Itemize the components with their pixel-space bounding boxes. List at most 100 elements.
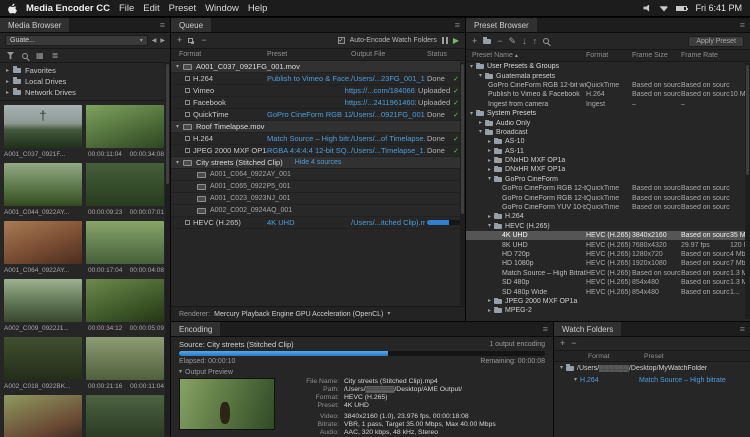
clip-thumbnail[interactable] [86, 395, 164, 437]
col-output-file[interactable]: Output File [351, 51, 425, 58]
chevron-down-icon[interactable]: ▾ [488, 176, 491, 182]
menu-window[interactable]: Window [205, 3, 239, 14]
panel-menu-icon[interactable]: ≡ [735, 18, 750, 32]
output-file-link[interactable]: /Users/...23FG_001_1.mp4 [351, 74, 425, 83]
preset-row-selected[interactable]: 4K UHDHEVC (H.265)3840x2160Based on sour… [466, 231, 750, 240]
chevron-down-icon[interactable]: ▾ [488, 223, 491, 229]
output-toggle-icon[interactable] [185, 100, 190, 105]
queue-subsource-row[interactable]: A001_C064_0922AY_001 [171, 169, 465, 181]
start-queue-button[interactable]: ▶ [453, 37, 459, 45]
panel-menu-icon[interactable]: ≡ [538, 322, 553, 336]
preset-group-row[interactable]: ▸Audio Only [466, 118, 750, 127]
queue-source-row[interactable]: ▾City streets (Stitched Clip)Hide 4 sour… [171, 157, 465, 169]
output-preset-link[interactable]: Match Source – High bitr... [267, 134, 351, 143]
search-icon[interactable] [22, 53, 28, 59]
preset-row[interactable]: GoPro CineForm YUV 10-bitQuickTimeBased … [466, 203, 750, 212]
output-toggle-icon[interactable] [185, 112, 190, 117]
preset-group-row[interactable]: ▾Guatemala presets [466, 71, 750, 80]
menu-file[interactable]: File [119, 3, 134, 14]
battery-icon[interactable] [676, 6, 687, 11]
chevron-right-icon[interactable]: ▸ [488, 298, 491, 304]
queue-output-row[interactable]: QuickTimeGoPro CineForm RGB 12-.../Users… [171, 109, 465, 121]
menu-edit[interactable]: Edit [143, 3, 159, 14]
preset-row[interactable]: Publish to Vimeo & FacebookH.264Based on… [466, 90, 750, 99]
output-preview-label[interactable]: Output Preview [185, 369, 233, 376]
grid-view-icon[interactable]: ▦ [36, 52, 44, 60]
chevron-down-icon[interactable]: ▾ [387, 311, 390, 317]
clip-thumbnail[interactable] [86, 337, 164, 380]
queue-output-row[interactable]: H.264Publish to Vimeo & Face.../Users/..… [171, 73, 465, 85]
preset-group-row[interactable]: ▸MPEG-2 [466, 306, 750, 315]
chevron-down-icon[interactable]: ▾ [479, 129, 482, 135]
output-toggle-icon[interactable] [185, 148, 190, 153]
add-watch-folder-button[interactable]: + [560, 339, 565, 348]
queue-source-row[interactable]: ▾Roof Timelapse.mov [171, 121, 465, 133]
chevron-right-icon[interactable]: ▸ [488, 158, 491, 164]
chevron-down-icon[interactable]: ▾ [176, 124, 179, 130]
clip-thumbnail[interactable] [86, 163, 164, 206]
chevron-down-icon[interactable]: ▾ [470, 111, 473, 117]
output-file-link[interactable]: /Users/...itched Clip).mp4 [351, 218, 425, 227]
queue-output-row[interactable]: Vimeohttps://...com/184066142Uploaded✓ [171, 85, 465, 97]
clip-thumbnail[interactable] [86, 279, 164, 322]
clip-thumbnail[interactable] [86, 221, 164, 264]
output-preset-link[interactable]: Publish to Vimeo & Face... [267, 74, 351, 83]
preset-row[interactable]: Match Source – High BitrateHEVC (H.265)B… [466, 269, 750, 278]
filter-icon[interactable] [7, 52, 14, 59]
watch-output-format-link[interactable]: H.264 [580, 377, 636, 384]
queue-subsource-row[interactable]: A002_C002_0924AQ_001 [171, 205, 465, 217]
output-preset-link[interactable]: RGBA 4:4:4:4 12-bit SQ... [267, 146, 351, 155]
volume-icon[interactable] [643, 5, 651, 12]
renderer-dropdown[interactable]: Mercury Playback Engine GPU Acceleration… [214, 311, 383, 318]
clip-thumbnail[interactable] [4, 337, 82, 380]
menubar-clock[interactable]: Fri 6:41 PM [695, 3, 742, 13]
output-file-link[interactable]: /Users/...of Timelapse.mp4 [351, 134, 425, 143]
chevron-right-icon[interactable]: ▸ [479, 120, 482, 126]
duplicate-icon[interactable] [188, 38, 193, 43]
queue-output-row-encoding[interactable]: HEVC (H.265)4K UHD/Users/...itched Clip)… [171, 217, 465, 229]
preset-row[interactable]: SD 480pHEVC (H.265)854x480Based on sourc… [466, 278, 750, 287]
panel-menu-icon[interactable]: ≡ [735, 322, 750, 336]
chevron-right-icon[interactable]: ▸ [6, 90, 9, 96]
col-status[interactable]: Status [425, 51, 465, 58]
remove-button[interactable]: − [201, 36, 206, 45]
queue-output-row[interactable]: Facebookhttps://...24119614602283Uploade… [171, 97, 465, 109]
output-file-link[interactable]: /Users/...Timelapse_1.mxf [351, 146, 425, 155]
chevron-down-icon[interactable]: ▾ [176, 160, 179, 166]
import-preset-icon[interactable]: ↓ [522, 37, 527, 46]
scrollbar[interactable] [165, 62, 170, 435]
apply-preset-button[interactable]: Apply Preset [688, 36, 744, 47]
remove-watch-folder-button[interactable]: − [571, 339, 576, 348]
scrollbar[interactable] [745, 63, 750, 319]
preset-row[interactable]: 8K UHDHEVC (H.265)7680x432029.97 fps120 … [466, 240, 750, 249]
preset-group-row[interactable]: ▾GoPro CineForm [466, 175, 750, 184]
chevron-right-icon[interactable]: ▸ [488, 214, 491, 220]
output-file-link[interactable]: https://...com/184066142 [345, 86, 416, 95]
queue-output-row[interactable]: JPEG 2000 MXF OP1aRGBA 4:4:4:4 12-bit SQ… [171, 145, 465, 157]
col-frame-rate[interactable]: Frame Rate [681, 52, 730, 59]
chevron-down-icon[interactable]: ▾ [470, 64, 473, 70]
list-view-icon[interactable]: ≣ [52, 52, 59, 60]
queue-source-row[interactable]: ▾A001_C037_0921FG_001.mov [171, 61, 465, 73]
output-file-link[interactable]: /Users/...0921FG_001.mov [351, 110, 425, 119]
watch-output-preset-link[interactable]: Match Source – High bitrate [639, 377, 726, 384]
preset-group-row[interactable]: ▸H.264 [466, 212, 750, 221]
output-toggle-icon[interactable] [185, 88, 190, 93]
edit-preset-icon[interactable]: ✎ [509, 37, 517, 46]
preset-row[interactable]: GoPro CineForm RGB 12-bit with alphaQuic… [466, 184, 750, 193]
preset-row[interactable]: GoPro CineForm RGB 12-bit with alpha (Al… [466, 81, 750, 90]
apple-icon[interactable] [8, 3, 17, 14]
chevron-right-icon[interactable]: ▸ [488, 139, 491, 145]
preset-row[interactable]: SD 480p WideHEVC (H.265)854x480Based on … [466, 287, 750, 296]
chevron-down-icon[interactable]: ▾ [479, 73, 482, 79]
preset-group-row[interactable]: ▾HEVC (H.265) [466, 222, 750, 231]
queue-subsource-row[interactable]: A001_C065_0922P5_001 [171, 181, 465, 193]
clip-thumbnail[interactable] [4, 395, 82, 437]
delete-preset-button[interactable]: − [497, 37, 502, 46]
tab-encoding[interactable]: Encoding [171, 322, 220, 336]
scrollbar[interactable] [460, 62, 465, 305]
col-preset[interactable]: Preset [644, 353, 750, 360]
clip-thumbnail[interactable] [4, 163, 82, 206]
wifi-icon[interactable] [659, 5, 668, 12]
tree-item-favorites[interactable]: ▸Favorites [0, 65, 170, 76]
